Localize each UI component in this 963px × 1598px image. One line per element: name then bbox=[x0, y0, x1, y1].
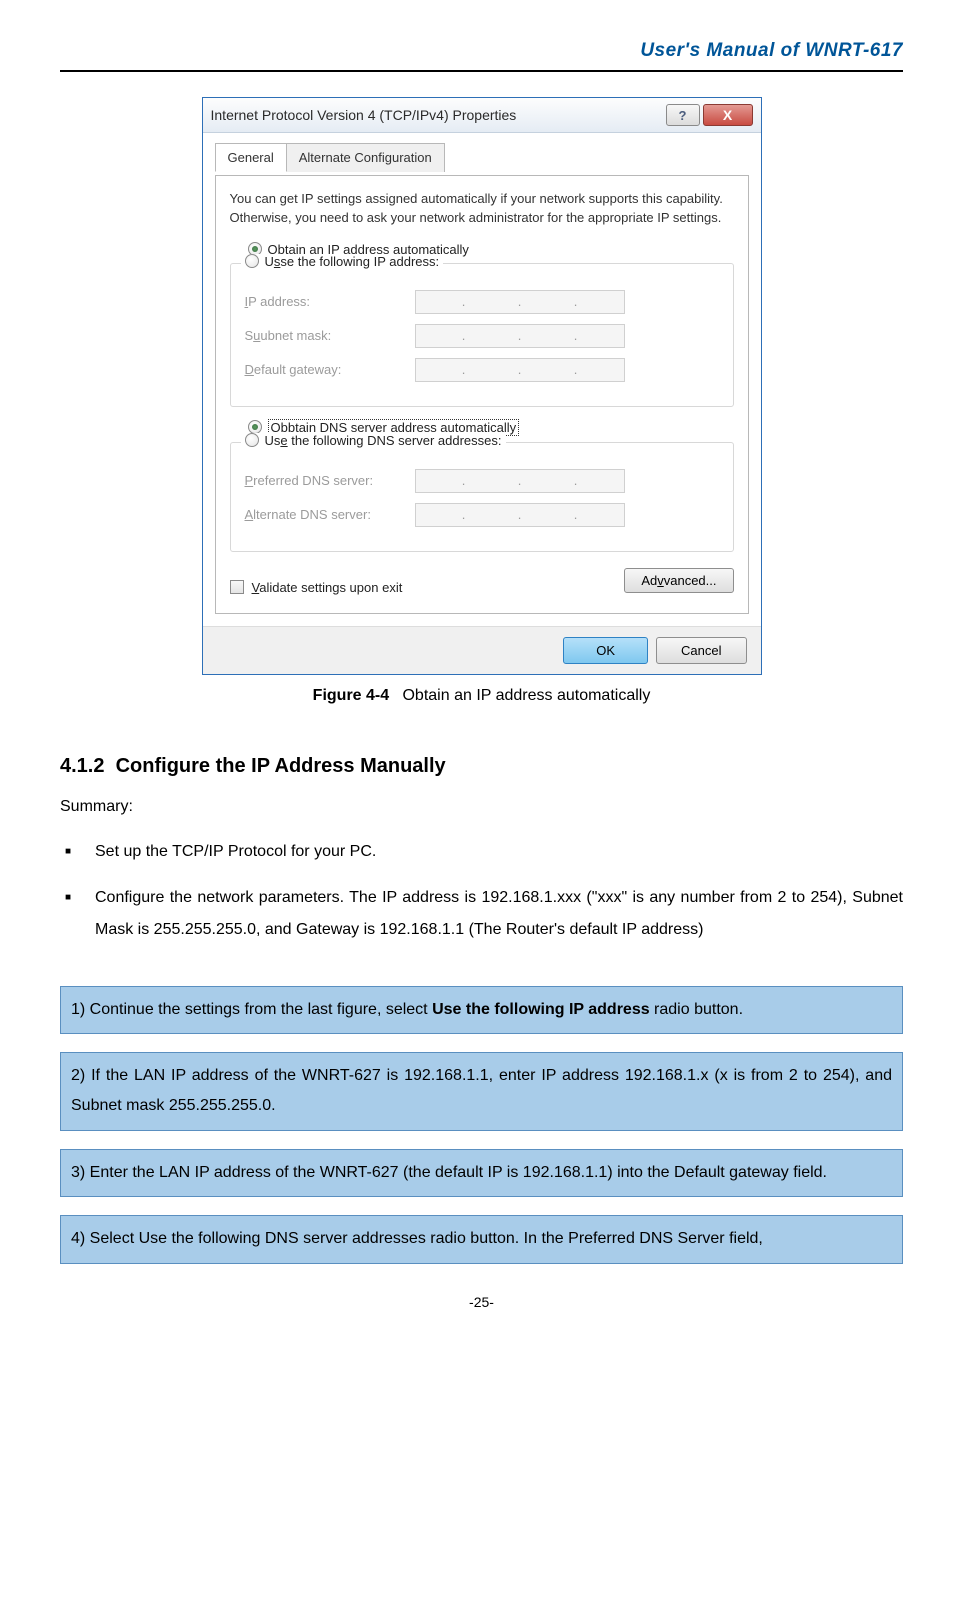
ip-address-field[interactable]: ... bbox=[415, 290, 625, 314]
default-gateway-label: Default gateway: bbox=[245, 362, 415, 377]
bullet-item: Set up the TCP/IP Protocol for your PC. bbox=[95, 836, 903, 868]
close-button[interactable]: X bbox=[703, 104, 753, 126]
figure-caption: Figure 4-4 Obtain an IP address automati… bbox=[60, 687, 903, 705]
alternate-dns-field[interactable]: ... bbox=[415, 503, 625, 527]
bullet-item: Configure the network parameters. The IP… bbox=[95, 882, 903, 946]
step-1: 1) Continue the settings from the last f… bbox=[60, 986, 903, 1034]
ipv4-properties-dialog: Internet Protocol Version 4 (TCP/IPv4) P… bbox=[202, 97, 762, 675]
radio-use-dns[interactable] bbox=[245, 433, 259, 447]
dns-group: Use the following DNS server addresses: … bbox=[230, 442, 734, 552]
help-button[interactable]: ? bbox=[666, 104, 700, 126]
subnet-mask-field[interactable]: ... bbox=[415, 324, 625, 348]
summary-label: Summary: bbox=[60, 798, 903, 816]
dialog-titlebar: Internet Protocol Version 4 (TCP/IPv4) P… bbox=[203, 98, 761, 133]
step-4: 4) Select Use the following DNS server a… bbox=[60, 1215, 903, 1263]
default-gateway-field[interactable]: ... bbox=[415, 358, 625, 382]
advanced-button[interactable]: Advvanced... bbox=[624, 568, 733, 593]
subnet-mask-label: Suubnet mask: bbox=[245, 328, 415, 343]
validate-label: Validate settings upon exit bbox=[252, 580, 403, 595]
section-heading: 4.1.2 Configure the IP Address Manually bbox=[60, 755, 903, 778]
page-number: -25- bbox=[60, 1294, 903, 1310]
preferred-dns-field[interactable]: ... bbox=[415, 469, 625, 493]
intro-text: You can get IP settings assigned automat… bbox=[230, 190, 734, 228]
radio-use-ip[interactable] bbox=[245, 254, 259, 268]
step-2: 2) If the LAN IP address of the WNRT-627… bbox=[60, 1052, 903, 1131]
ok-button[interactable]: OK bbox=[563, 637, 648, 664]
cancel-button[interactable]: Cancel bbox=[656, 637, 746, 664]
tab-content-general: You can get IP settings assigned automat… bbox=[215, 175, 749, 614]
alternate-dns-label: Alternate DNS server: bbox=[245, 507, 415, 522]
tab-alternate[interactable]: Alternate Configuration bbox=[286, 143, 445, 172]
close-icon: X bbox=[723, 107, 732, 123]
radio-use-dns-label: Use the following DNS server addresses: bbox=[265, 433, 502, 448]
preferred-dns-label: Preferred DNS server: bbox=[245, 473, 415, 488]
step-3: 3) Enter the LAN IP address of the WNRT-… bbox=[60, 1149, 903, 1197]
ip-address-group: Usse the following IP address: IP addres… bbox=[230, 263, 734, 407]
radio-use-ip-label: Usse the following IP address: bbox=[265, 254, 440, 269]
dialog-title: Internet Protocol Version 4 (TCP/IPv4) P… bbox=[211, 107, 517, 123]
validate-checkbox[interactable] bbox=[230, 580, 244, 594]
ip-address-label: IP address: bbox=[245, 294, 415, 309]
summary-bullets: Set up the TCP/IP Protocol for your PC. … bbox=[60, 836, 903, 946]
tab-general[interactable]: General bbox=[215, 143, 287, 172]
page-header: User's Manual of WNRT-617 bbox=[60, 40, 903, 72]
